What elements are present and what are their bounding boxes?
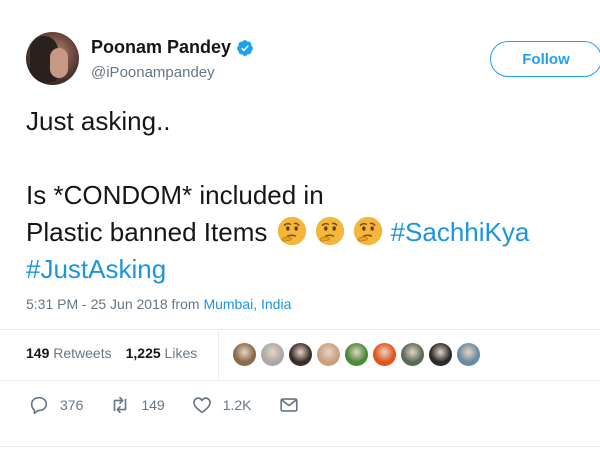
liker-avatar[interactable] (260, 342, 285, 367)
liker-avatars (232, 342, 481, 367)
follow-button[interactable]: Follow (490, 41, 600, 77)
user-handle[interactable]: @iPoonampandey (91, 64, 215, 81)
tweet-actions: 376 149 1.2K (28, 394, 326, 416)
thinking-face-emoji-icon (277, 216, 306, 246)
stats-top-divider (0, 329, 600, 330)
retweet-count: 149 (141, 397, 165, 413)
envelope-icon (279, 398, 298, 412)
thinking-face-emoji-icon (315, 216, 344, 246)
tweet-meta: 5:31 PM - 25 Jun 2018 from Mumbai, India (26, 296, 291, 312)
stats-bottom-divider (0, 380, 600, 381)
display-name[interactable]: Poonam Pandey (91, 37, 231, 58)
liker-avatar[interactable] (344, 342, 369, 367)
profile-avatar[interactable] (26, 32, 79, 85)
tweet-text: Just asking.. Is *CONDOM* included in Pl… (26, 103, 600, 288)
stats-vertical-divider (218, 331, 219, 379)
liker-avatar[interactable] (456, 342, 481, 367)
bottom-divider (0, 446, 600, 447)
verified-badge-icon (237, 39, 253, 56)
tweet-line-3-text: Plastic banned Items (26, 217, 275, 247)
likes-count: 1,225 (125, 345, 161, 361)
tweet-timestamp[interactable]: 5:31 PM - 25 Jun 2018 from (26, 296, 203, 312)
tweet-location[interactable]: Mumbai, India (203, 296, 291, 312)
like-count: 1.2K (222, 397, 252, 413)
liker-avatar[interactable] (428, 342, 453, 367)
reply-icon (30, 396, 48, 415)
retweets-label: Retweets (53, 345, 112, 361)
liker-avatar[interactable] (288, 342, 313, 367)
like-button[interactable]: 1.2K (191, 394, 252, 416)
display-name-row[interactable]: Poonam Pandey (91, 37, 254, 58)
liker-avatar[interactable] (316, 342, 341, 367)
retweet-button[interactable]: 149 (109, 394, 165, 416)
liker-avatar[interactable] (372, 342, 397, 367)
retweets-count: 149 (26, 345, 50, 361)
avatar-figure (50, 48, 68, 78)
direct-message-button[interactable] (278, 394, 300, 416)
reply-count: 376 (60, 397, 84, 413)
liker-avatar[interactable] (232, 342, 257, 367)
liker-avatar[interactable] (400, 342, 425, 367)
tweet-line-3: Plastic banned Items #SachhiKya (26, 214, 600, 251)
tweet-line-1: Just asking.. (26, 106, 171, 136)
tweet-line-4: #JustAsking (26, 251, 600, 288)
engagement-stats: 149 Retweets 1,225 Likes (26, 345, 197, 361)
retweets-stat[interactable]: 149 Retweets (26, 345, 112, 361)
thinking-face-emoji-icon (353, 216, 382, 246)
retweet-icon (114, 396, 127, 414)
heart-icon (192, 397, 211, 414)
reply-button[interactable]: 376 (28, 394, 83, 416)
likes-label: Likes (164, 345, 198, 361)
hashtag-justasking[interactable]: #JustAsking (26, 254, 166, 284)
hashtag-sachhikya[interactable]: #SachhiKya (391, 217, 530, 247)
tweet-line-2: Is *CONDOM* included in (26, 180, 324, 210)
likes-stat[interactable]: 1,225 Likes (126, 345, 198, 361)
